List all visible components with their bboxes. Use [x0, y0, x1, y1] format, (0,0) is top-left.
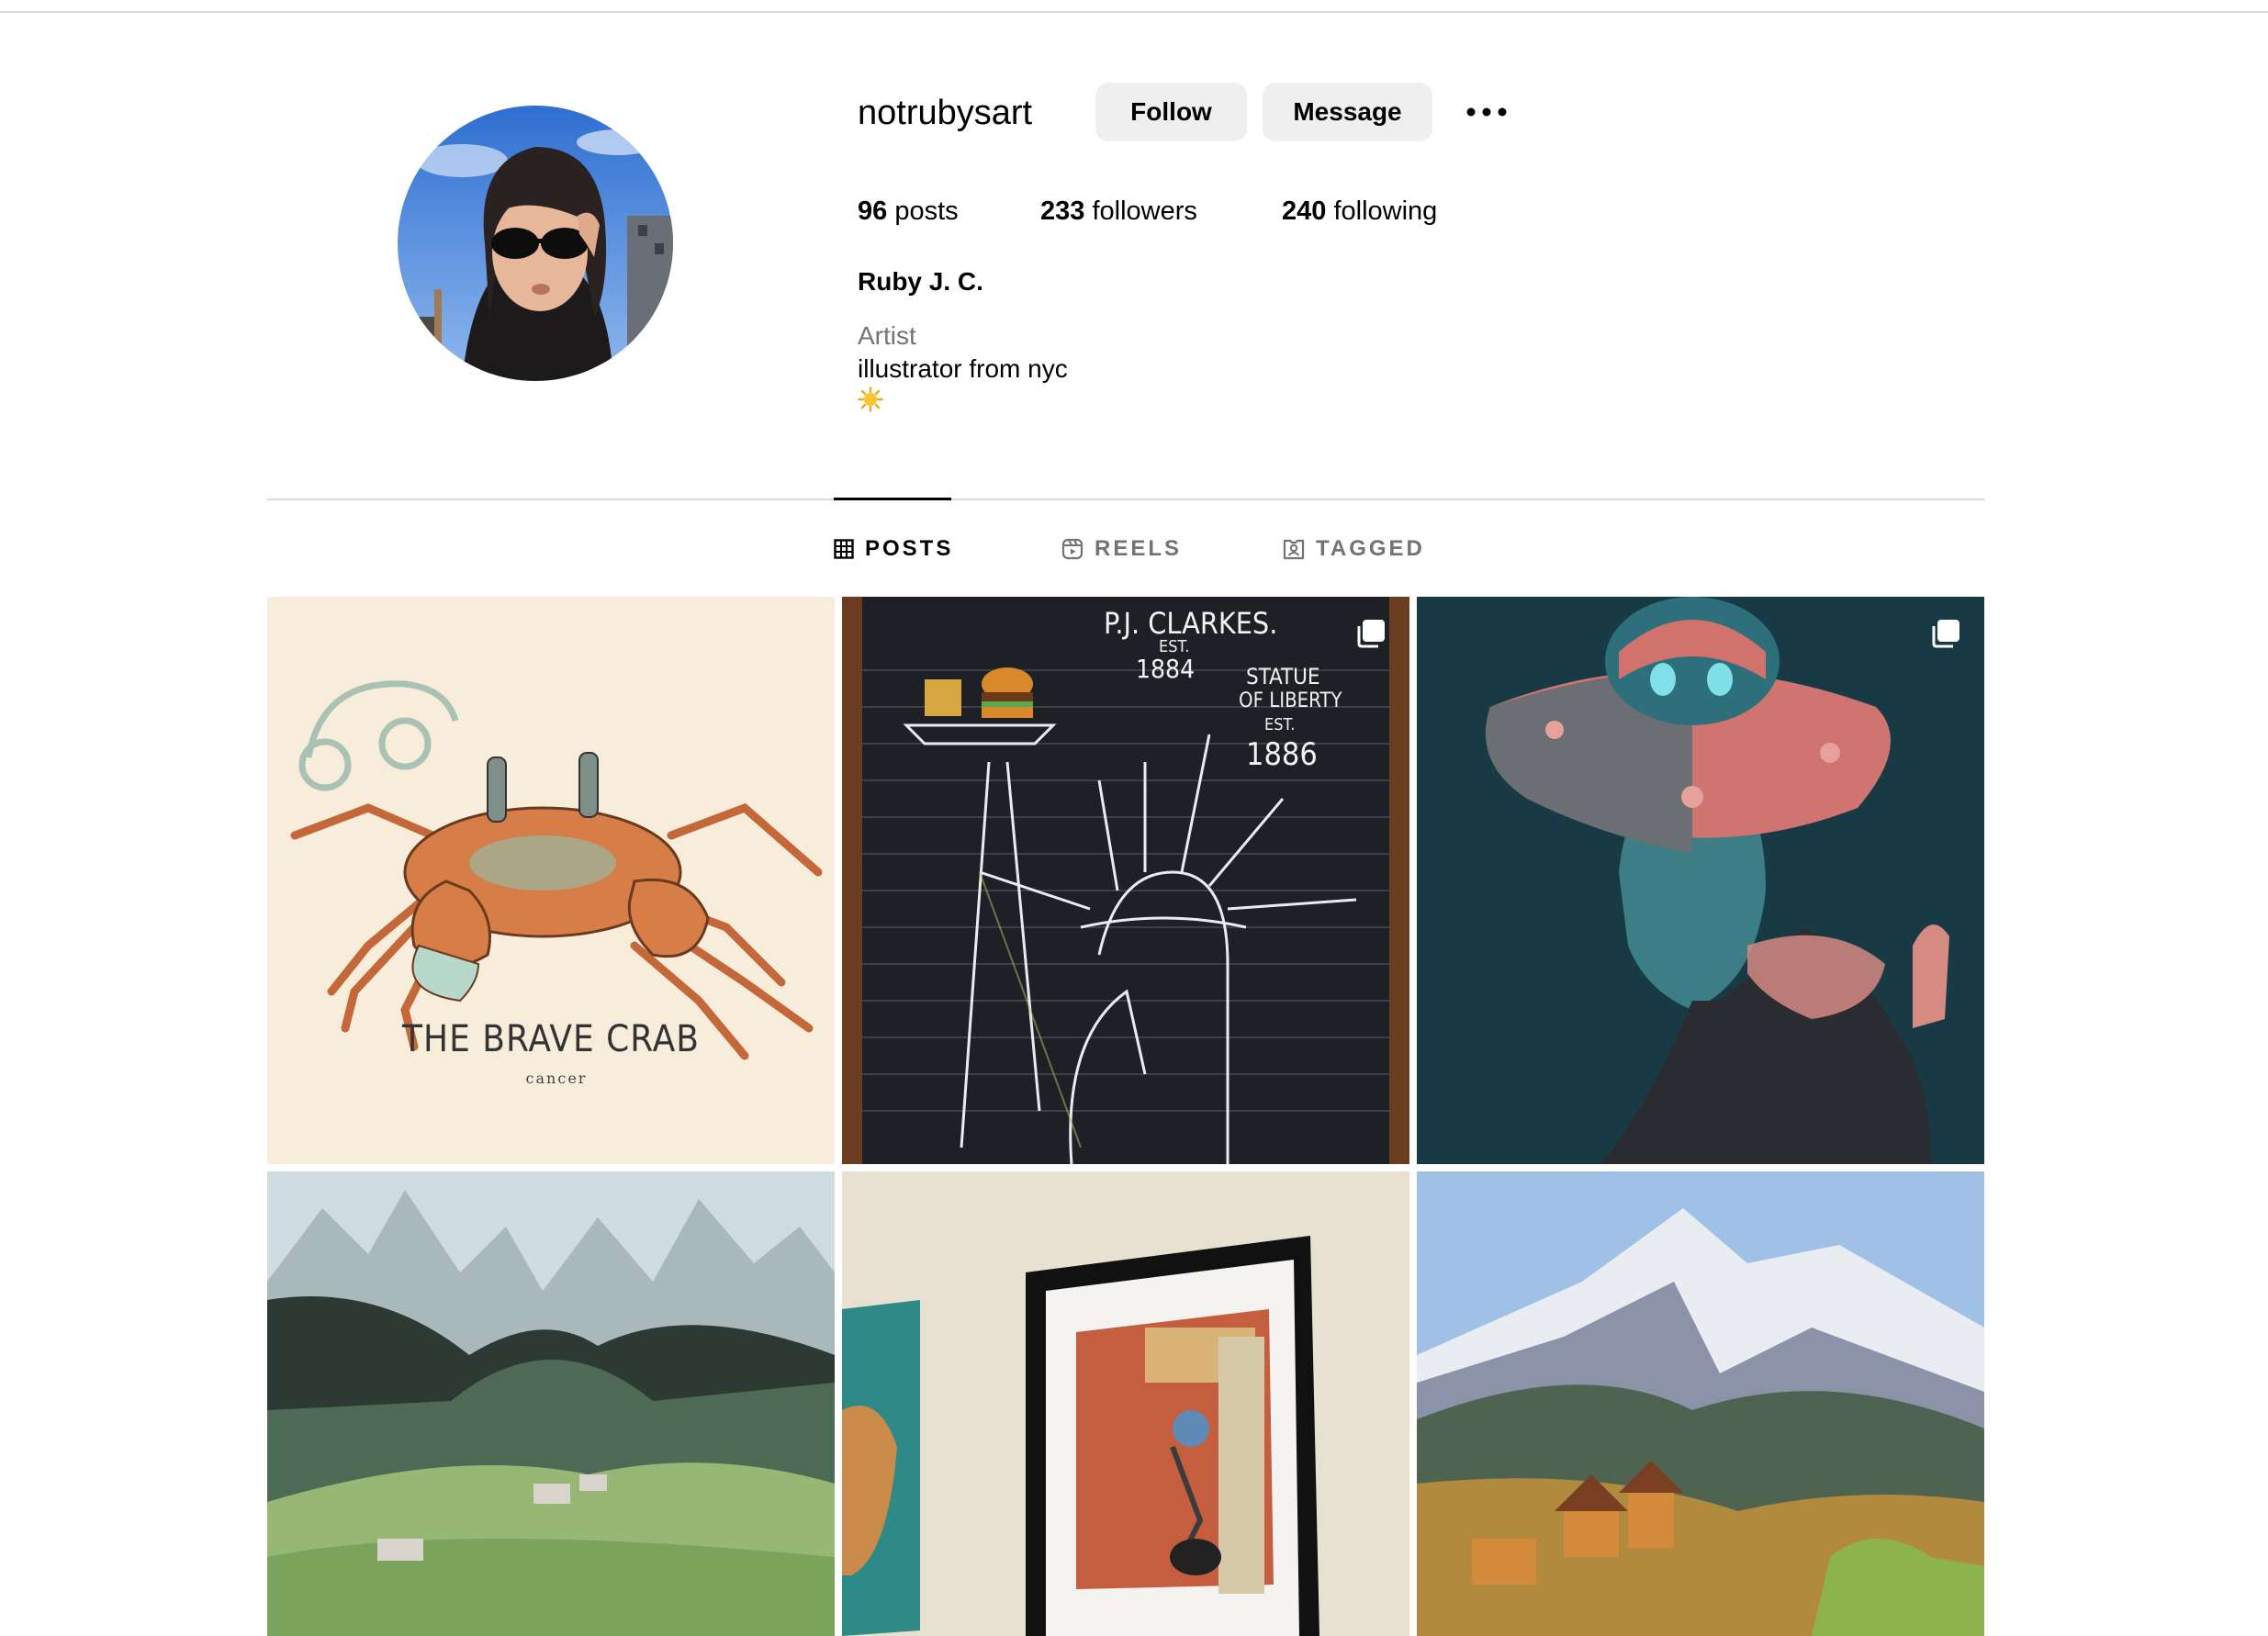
post-image-ufo-hat	[1417, 597, 1984, 1164]
message-button[interactable]: Message	[1263, 83, 1432, 141]
reels-icon	[1061, 538, 1083, 560]
chalk-text-statue1: STATUE	[1246, 664, 1320, 689]
post-tile[interactable]	[1417, 597, 1984, 1164]
post-image-framed-print	[842, 1171, 1409, 1636]
bio-text: illustrator from nyc	[858, 354, 1068, 383]
tabs-divider	[267, 499, 1984, 500]
grid-icon	[834, 539, 854, 559]
tab-posts[interactable]: POSTS	[834, 534, 953, 564]
post-image-mountain-village	[1417, 1171, 1984, 1636]
more-options-icon[interactable]	[1465, 99, 1510, 125]
tagged-icon	[1283, 539, 1305, 560]
sun-emoji-icon	[858, 387, 883, 412]
posts-count: 96 posts	[858, 191, 959, 231]
post-tile[interactable]	[267, 1171, 835, 1636]
follow-button[interactable]: Follow	[1095, 83, 1247, 141]
post-tile[interactable]: P.J. CLARKES. EST. 1884 STATUE OF LIBERT…	[842, 597, 1409, 1164]
chalk-text-statue2: OF LIBERTY	[1239, 689, 1342, 712]
followers-link[interactable]: 233 followers	[1040, 191, 1197, 231]
posts-number: 96	[858, 196, 888, 226]
followers-number: 233	[1040, 196, 1085, 226]
top-divider	[0, 11, 2268, 13]
posts-label: posts	[894, 196, 959, 226]
active-tab-indicator	[834, 498, 951, 500]
chalk-text-pj: P.J. CLARKES.	[1104, 606, 1277, 641]
tab-reels-label: REELS	[1095, 536, 1183, 561]
post-tile[interactable]: THE BRAVE CRAB cancer	[267, 597, 835, 1164]
post-caption-sub: cancer	[526, 1070, 588, 1087]
chalk-text-year1: 1884	[1136, 654, 1195, 684]
post-caption-title: THE BRAVE CRAB	[401, 1018, 700, 1060]
avatar[interactable]	[398, 106, 673, 381]
profile-category: Artist	[858, 321, 916, 350]
username: notrubysart	[858, 94, 1033, 132]
following-number: 240	[1282, 196, 1327, 226]
tab-tagged[interactable]: TAGGED	[1283, 534, 1425, 564]
multiple-photos-icon	[1929, 619, 1960, 650]
tab-tagged-label: TAGGED	[1316, 536, 1425, 561]
post-tile[interactable]	[842, 1171, 1409, 1636]
followers-label: followers	[1092, 196, 1197, 226]
multiple-photos-icon	[1354, 619, 1386, 650]
tab-reels[interactable]: REELS	[1061, 534, 1182, 564]
following-label: following	[1333, 196, 1438, 226]
chalk-text-est2: EST.	[1264, 715, 1295, 734]
full-name: Ruby J. C.	[858, 267, 983, 296]
avatar-photo	[398, 106, 673, 381]
following-link[interactable]: 240 following	[1282, 191, 1437, 231]
post-tile[interactable]	[1417, 1171, 1984, 1636]
post-image-valley	[267, 1171, 835, 1636]
chalk-text-year2: 1886	[1246, 736, 1318, 773]
tab-posts-label: POSTS	[865, 536, 954, 561]
post-image-crab: THE BRAVE CRAB cancer	[267, 597, 835, 1164]
post-image-chalkboard: P.J. CLARKES. EST. 1884 STATUE OF LIBERT…	[842, 597, 1409, 1164]
